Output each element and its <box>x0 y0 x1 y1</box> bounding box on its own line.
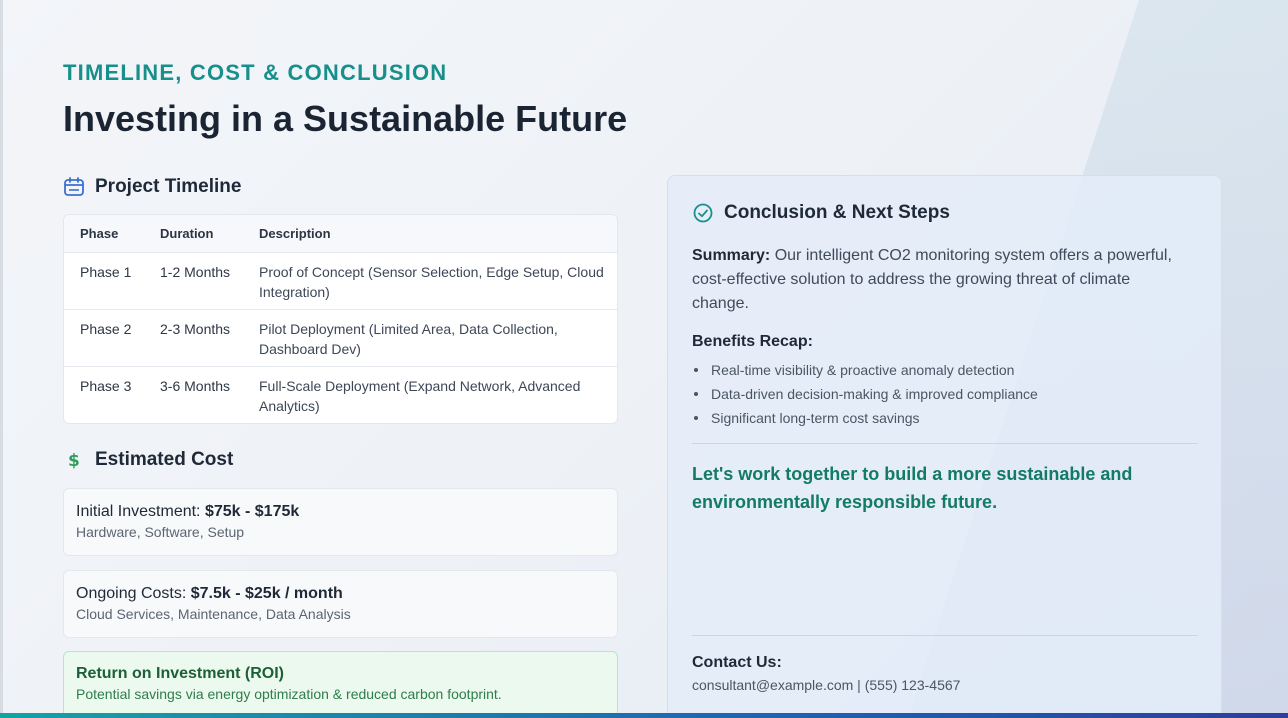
calendar-icon <box>63 176 85 198</box>
timeline-heading-label: Project Timeline <box>95 176 242 197</box>
phase-cell: Phase 3 <box>80 378 132 394</box>
table-row: Phase 1 1-2 Months Proof of Concept (Sen… <box>64 252 617 309</box>
list-item: Data-driven decision-making & improved c… <box>692 382 1038 406</box>
ongoing-costs-card: Ongoing Costs: $7.5k - $25k / month Clou… <box>63 570 618 638</box>
initial-investment-details: Hardware, Software, Setup <box>76 524 245 540</box>
page-title: Investing in a Sustainable Future <box>63 98 628 139</box>
benefits-list: Real-time visibility & proactive anomaly… <box>692 358 1038 430</box>
table-header-row: Phase Duration Description <box>64 215 617 252</box>
ongoing-costs-label: Ongoing Costs: <box>76 585 187 602</box>
column-header-duration: Duration <box>160 225 214 241</box>
contact-info: consultant@example.com | (555) 123-4567 <box>692 677 961 693</box>
column-header-phase: Phase <box>80 225 119 241</box>
list-item: Real-time visibility & proactive anomaly… <box>692 358 1038 382</box>
description-cell: Pilot Deployment (Limited Area, Data Col… <box>259 321 558 357</box>
call-to-action: Let's work together to build a more sust… <box>692 464 1133 512</box>
ongoing-costs-value: $7.5k - $25k / month <box>190 585 343 602</box>
divider <box>692 443 1198 444</box>
left-edge <box>0 0 3 718</box>
initial-investment-title: Initial Investment: $75k - $175k <box>76 502 605 522</box>
description-cell: Full-Scale Deployment (Expand Network, A… <box>259 378 581 414</box>
conclusion-heading-label: Conclusion & Next Steps <box>724 202 950 223</box>
ongoing-costs-details: Cloud Services, Maintenance, Data Analys… <box>76 606 351 622</box>
column-header-description: Description <box>259 225 331 241</box>
bottom-accent-bar <box>0 713 1288 718</box>
contact-title: Contact Us: <box>692 654 782 671</box>
initial-investment-label: Initial Investment: <box>76 503 201 520</box>
duration-cell: 3-6 Months <box>160 378 231 394</box>
list-item: Significant long-term cost savings <box>692 406 1038 430</box>
initial-investment-value: $75k - $175k <box>204 503 300 520</box>
svg-text:$: $ <box>68 451 80 471</box>
check-circle-icon <box>692 202 714 224</box>
eyebrow-heading: TIMELINE, COST & CONCLUSION <box>63 60 448 85</box>
summary-paragraph: Summary: Our intelligent CO2 monitoring … <box>692 244 1182 316</box>
initial-investment-card: Initial Investment: $75k - $175k Hardwar… <box>63 488 618 556</box>
dollar-icon: $ <box>63 449 85 471</box>
summary-label: Summary: <box>692 247 771 264</box>
conclusion-card: Conclusion & Next Steps Summary: Our int… <box>667 175 1222 718</box>
timeline-table: Phase Duration Description Phase 1 1-2 M… <box>63 214 618 424</box>
conclusion-heading: Conclusion & Next Steps <box>692 202 950 224</box>
description-cell: Proof of Concept (Sensor Selection, Edge… <box>259 264 604 300</box>
roi-details: Potential savings via energy optimizatio… <box>76 686 502 702</box>
benefits-title: Benefits Recap: <box>692 333 813 350</box>
cost-heading-label: Estimated Cost <box>95 449 234 470</box>
timeline-heading: Project Timeline <box>63 176 241 198</box>
phase-cell: Phase 2 <box>80 321 132 337</box>
cost-heading: $ Estimated Cost <box>63 449 233 471</box>
slide: TIMELINE, COST & CONCLUSION Investing in… <box>0 0 1288 718</box>
roi-card: Return on Investment (ROI) Potential sav… <box>63 651 618 718</box>
divider <box>692 635 1198 636</box>
ongoing-costs-title: Ongoing Costs: $7.5k - $25k / month <box>76 584 605 604</box>
table-row: Phase 2 2-3 Months Pilot Deployment (Lim… <box>64 309 617 366</box>
roi-title: Return on Investment (ROI) <box>76 665 285 682</box>
duration-cell: 2-3 Months <box>160 321 231 337</box>
table-row: Phase 3 3-6 Months Full-Scale Deployment… <box>64 366 617 423</box>
duration-cell: 1-2 Months <box>160 264 231 280</box>
phase-cell: Phase 1 <box>80 264 132 280</box>
